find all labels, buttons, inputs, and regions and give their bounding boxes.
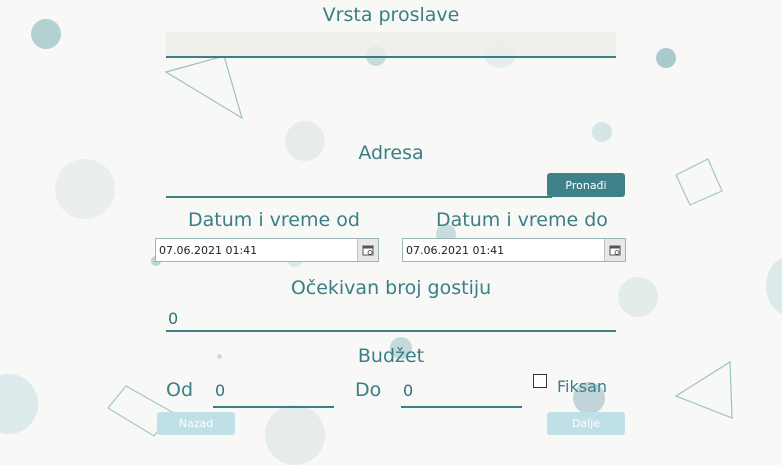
budget-to-label: Do: [355, 379, 382, 401]
date-to-label: Datum i vreme do: [436, 209, 608, 231]
guests-label: Očekivan broj gostiju: [290, 277, 492, 299]
budget-from-label: Od: [166, 379, 194, 401]
event-type-input[interactable]: [166, 32, 616, 58]
address-input[interactable]: [166, 172, 552, 198]
decor-circle: [656, 48, 676, 68]
event-type-label: Vrsta proslave: [322, 4, 460, 26]
calendar-icon[interactable]: [357, 239, 378, 261]
next-button[interactable]: Dalje: [547, 412, 625, 435]
decor-circle: [265, 405, 325, 465]
decor-circle: [55, 159, 115, 219]
address-label: Adresa: [358, 142, 424, 164]
fixed-checkbox[interactable]: [533, 374, 547, 388]
decor-circle: [0, 374, 38, 434]
decor-triangle: [164, 55, 244, 120]
budget-from-input[interactable]: [213, 374, 334, 408]
calendar-icon[interactable]: [604, 239, 625, 261]
decor-triangle: [674, 360, 733, 419]
budget-label: Budžet: [357, 345, 425, 367]
guests-input[interactable]: [166, 306, 616, 332]
back-button[interactable]: Nazad: [157, 412, 235, 435]
date-from-value: 07.06.2021 01:41: [159, 243, 258, 257]
find-address-button[interactable]: Pronađi: [547, 173, 625, 197]
decor-circle: [592, 122, 612, 142]
date-from-picker[interactable]: 07.06.2021 01:41: [155, 238, 379, 262]
date-to-picker[interactable]: 07.06.2021 01:41: [402, 238, 626, 262]
fixed-label: Fiksan: [557, 377, 608, 396]
date-from-label: Datum i vreme od: [188, 209, 360, 231]
budget-to-input[interactable]: [401, 374, 522, 408]
date-to-value: 07.06.2021 01:41: [406, 243, 505, 257]
